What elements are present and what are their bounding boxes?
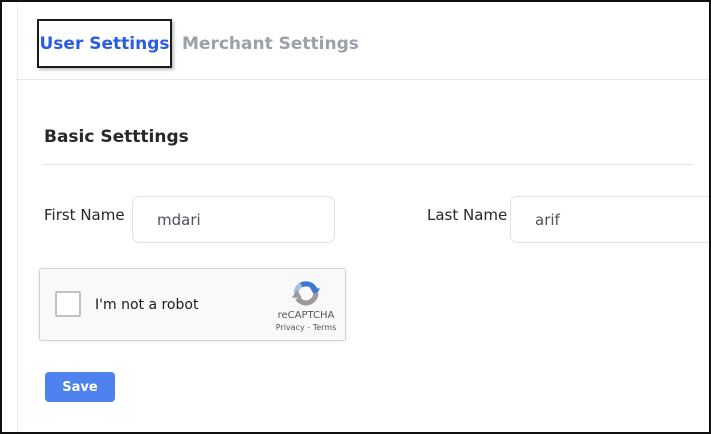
recaptcha-logo-icon <box>274 278 338 308</box>
first-name-label: First Name <box>44 206 125 224</box>
tab-user-settings[interactable]: User Settings <box>37 19 172 68</box>
tab-merchant-settings[interactable]: Merchant Settings <box>182 19 359 68</box>
section-title: Basic Setttings <box>44 127 189 147</box>
recaptcha-widget: I'm not a robot reCAPTCHA Privacy - Term… <box>39 268 346 341</box>
window: User Settings Merchant Settings Basic Se… <box>0 0 711 434</box>
recaptcha-brand-text: reCAPTCHA <box>274 310 338 321</box>
last-name-label: Last Name <box>427 206 507 224</box>
recaptcha-checkbox[interactable] <box>55 291 81 317</box>
save-button[interactable]: Save <box>45 372 115 402</box>
recaptcha-links: Privacy - Terms <box>274 323 338 332</box>
tab-user-settings-label: User Settings <box>40 34 170 54</box>
recaptcha-terms-link[interactable]: Terms <box>313 323 337 332</box>
first-name-input[interactable] <box>132 196 335 243</box>
recaptcha-privacy-link[interactable]: Privacy <box>276 323 305 332</box>
tabbar-divider <box>16 79 709 80</box>
tab-merchant-settings-label: Merchant Settings <box>182 34 359 54</box>
recaptcha-checkbox-label: I'm not a robot <box>95 297 198 313</box>
content-left-border <box>17 2 18 432</box>
last-name-input[interactable] <box>510 196 711 243</box>
recaptcha-links-separator: - <box>307 323 310 332</box>
section-divider <box>44 164 693 165</box>
